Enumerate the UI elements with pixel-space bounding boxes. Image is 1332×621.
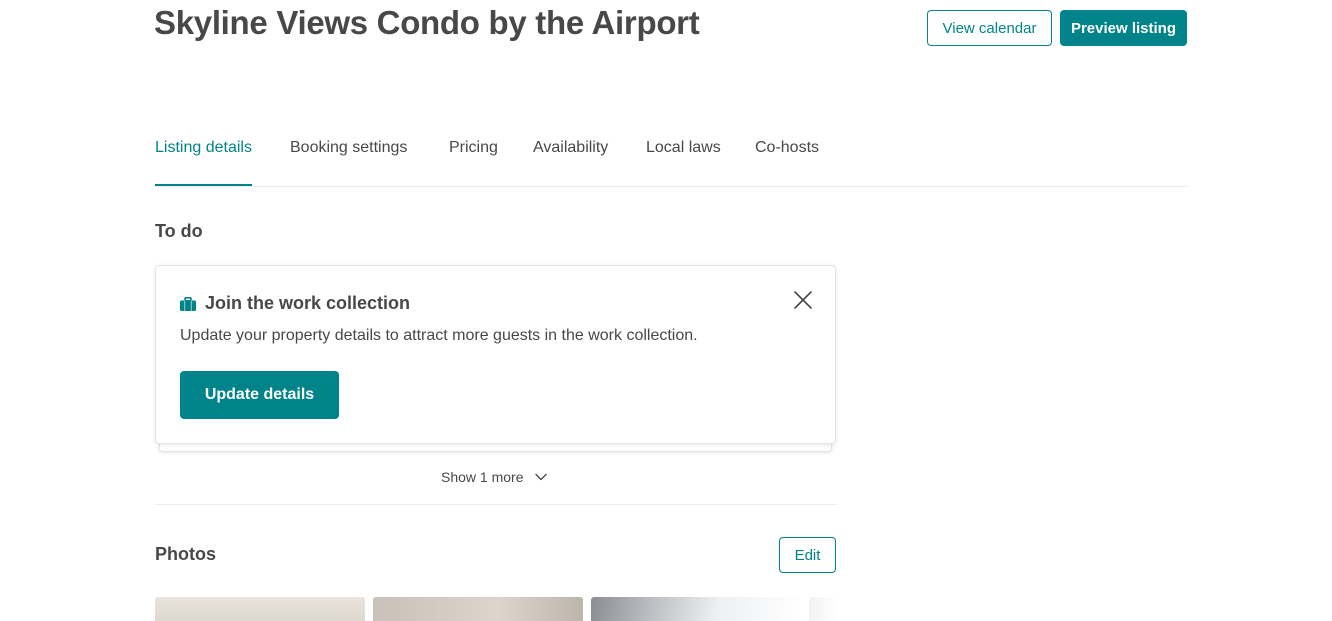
show-more-label: Show 1 more bbox=[441, 469, 524, 485]
tab-availability[interactable]: Availability bbox=[533, 139, 608, 186]
close-icon[interactable] bbox=[792, 289, 814, 311]
edit-photos-button[interactable]: Edit bbox=[779, 537, 836, 573]
view-calendar-button[interactable]: View calendar bbox=[927, 10, 1052, 46]
chevron-down-icon bbox=[535, 473, 548, 481]
briefcase-icon bbox=[180, 297, 196, 311]
photo-thumbnail[interactable] bbox=[155, 597, 365, 621]
todo-card-title: Join the work collection bbox=[205, 293, 411, 313]
todo-card-description: Update your property details to attract … bbox=[180, 327, 698, 344]
photo-thumbnail[interactable] bbox=[373, 597, 583, 621]
listing-tabs: Listing details Booking settings Pricing… bbox=[155, 130, 1187, 187]
show-more-button[interactable]: Show 1 more bbox=[441, 469, 548, 485]
photos-heading: Photos bbox=[155, 544, 216, 564]
preview-listing-button[interactable]: Preview listing bbox=[1060, 10, 1187, 46]
section-divider bbox=[155, 504, 837, 505]
listing-editor-page: Skyline Views Condo by the Airport View … bbox=[0, 0, 1332, 621]
tab-booking-settings[interactable]: Booking settings bbox=[290, 139, 407, 186]
update-details-button[interactable]: Update details bbox=[180, 371, 339, 419]
todo-card: Join the work collection Update your pro… bbox=[155, 265, 836, 444]
photo-thumbnail[interactable] bbox=[591, 597, 801, 621]
tab-listing-details[interactable]: Listing details bbox=[155, 139, 252, 186]
tab-local-laws[interactable]: Local laws bbox=[646, 139, 721, 186]
todo-heading: To do bbox=[155, 221, 203, 241]
tab-co-hosts[interactable]: Co-hosts bbox=[755, 139, 819, 186]
photo-thumbnail[interactable] bbox=[809, 597, 837, 621]
page-title: Skyline Views Condo by the Airport bbox=[154, 4, 700, 41]
tab-pricing[interactable]: Pricing bbox=[449, 139, 498, 186]
